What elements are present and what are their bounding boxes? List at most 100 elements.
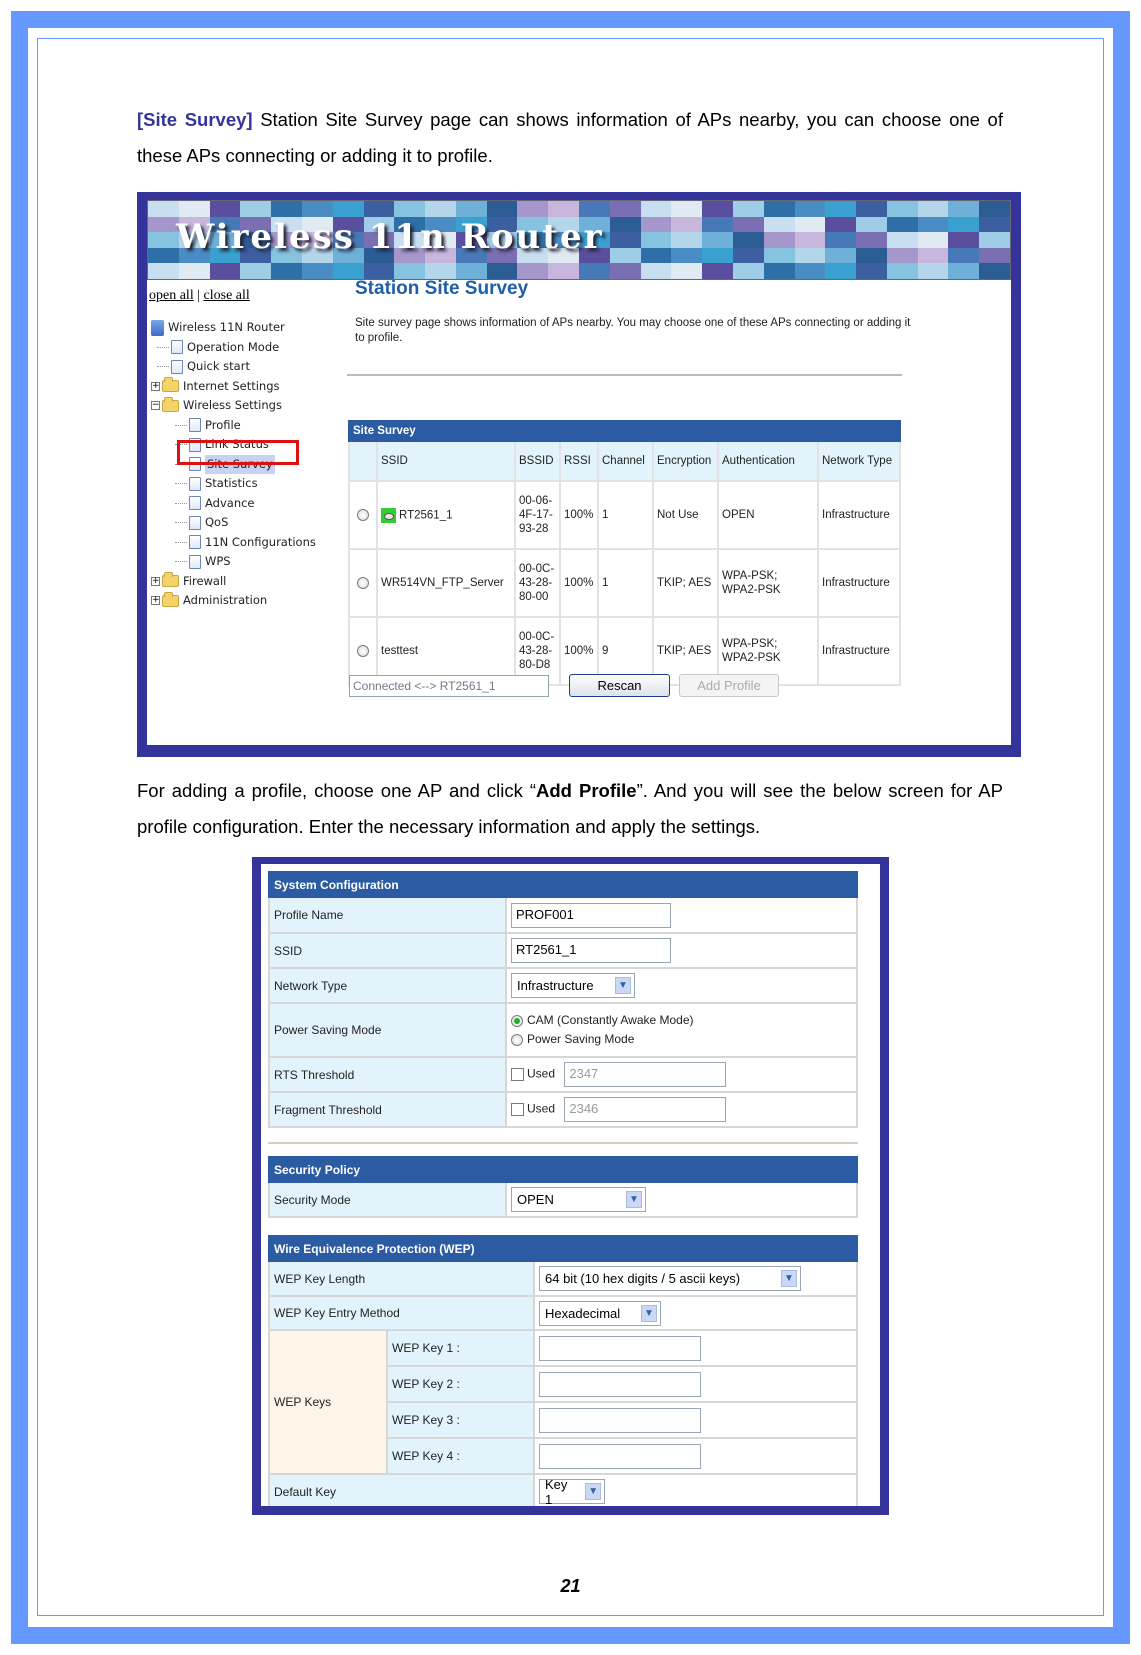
banner-tile: [148, 216, 179, 233]
wep-key-3-input[interactable]: [539, 1407, 701, 1433]
banner-tile: [948, 232, 980, 248]
rts-threshold-input[interactable]: 2347: [564, 1062, 727, 1087]
banner-tile: [856, 201, 887, 217]
authentication-cell: OPEN: [717, 480, 819, 550]
divider: [347, 374, 902, 376]
channel-cell: 1: [597, 548, 654, 618]
banner-tile: [548, 201, 579, 217]
add-profile-paragraph: For adding a profile, choose one AP and …: [137, 773, 1003, 845]
banner-tile: [825, 216, 857, 233]
close-all-link[interactable]: close all: [204, 288, 250, 303]
expand-icon[interactable]: +: [151, 576, 160, 586]
page-icon: [189, 554, 201, 569]
tree-item-firewall[interactable]: + Firewall: [151, 572, 316, 592]
rssi-cell: 100%: [559, 480, 599, 550]
tree-item-quick-start[interactable]: Quick start: [151, 357, 316, 377]
ssid-input[interactable]: RT2561_1: [511, 938, 671, 963]
rts-used-label: Used: [527, 1066, 556, 1081]
profile-name-label: Profile Name: [268, 896, 507, 934]
banner-tile: [979, 232, 1010, 248]
banner-tile: [702, 232, 733, 248]
tree-connector: [175, 522, 187, 524]
wep-key-entry-method-select[interactable]: Hexadecimal ▼: [539, 1300, 661, 1326]
banner-tile: [732, 216, 764, 233]
default-key-select[interactable]: Key 1 ▼: [539, 1477, 605, 1506]
column-header-network-type: Network Type: [817, 440, 901, 482]
banner-tile: [948, 201, 980, 217]
ap-select-radio[interactable]: [357, 576, 369, 589]
add-profile-button[interactable]: Add Profile: [679, 674, 779, 697]
open-all-link[interactable]: open all: [149, 288, 194, 303]
tree-item-wireless-settings[interactable]: − Wireless Settings: [151, 396, 316, 416]
tree-connector: [175, 424, 187, 426]
rts-used-checkbox[interactable]: [511, 1068, 524, 1081]
wep-key-1-input[interactable]: [539, 1335, 701, 1361]
table-row[interactable]: RT2561_1 00-06-4F-17-93-28 100% 1 Not Us…: [348, 480, 901, 550]
power-saving-option[interactable]: Power Saving Mode: [511, 1030, 852, 1049]
site-survey-keyword: [Site Survey]: [137, 109, 253, 130]
banner-tile: [856, 263, 887, 279]
expand-icon[interactable]: +: [151, 381, 160, 391]
banner-tile: [763, 201, 795, 217]
expand-icon[interactable]: +: [151, 596, 160, 606]
tree-item-statistics[interactable]: Statistics: [151, 474, 316, 494]
section-caption: System Configuration: [268, 871, 858, 898]
wep-key-2-input[interactable]: [539, 1371, 701, 1397]
security-mode-select[interactable]: OPEN ▼: [511, 1187, 646, 1212]
ap-select-radio[interactable]: [357, 644, 369, 657]
intro-text: Station Site Survey page can shows infor…: [137, 109, 1003, 166]
ap-select-radio[interactable]: [357, 508, 369, 521]
folder-icon: [162, 377, 179, 393]
cam-radio[interactable]: [511, 1014, 523, 1027]
banner-tile: [948, 247, 980, 264]
table-caption: Site Survey: [348, 420, 901, 442]
highlight-annotation-box: [177, 440, 299, 465]
rescan-button[interactable]: Rescan: [569, 674, 670, 697]
tree-item-advance[interactable]: Advance: [151, 494, 316, 514]
bssid-cell: 00-06-4F-17-93-28: [514, 480, 561, 550]
tree-item-qos[interactable]: QoS: [151, 513, 316, 533]
banner-tile: [209, 263, 241, 279]
collapse-icon[interactable]: −: [151, 401, 160, 411]
table-row[interactable]: WR514VN_FTP_Server 00-0C-43-28-80-00 100…: [348, 548, 901, 618]
banner-tile: [394, 201, 426, 217]
tree-item-wps[interactable]: WPS: [151, 552, 316, 572]
tree-item-wireless-11n-router[interactable]: Wireless 11N Router: [151, 318, 316, 338]
section-caption: Security Policy: [268, 1156, 858, 1183]
chevron-down-icon: ▼: [626, 1191, 642, 1208]
wep-key-4-input[interactable]: [539, 1443, 701, 1469]
banner-tile: [671, 263, 703, 279]
banner-tile: [640, 216, 672, 233]
wep-key-3-label: WEP Key 3 :: [386, 1401, 535, 1439]
banner-tile: [609, 247, 641, 264]
cam-option[interactable]: CAM (Constantly Awake Mode): [511, 1011, 852, 1030]
profile-name-input[interactable]: PROF001: [511, 902, 671, 928]
network-type-select[interactable]: Infrastructure ▼: [511, 973, 635, 998]
tree-item-profile[interactable]: Profile: [151, 416, 316, 436]
separator: |: [197, 288, 201, 303]
tree-item-internet-settings[interactable]: + Internet Settings: [151, 377, 316, 397]
fragment-used-checkbox[interactable]: [511, 1103, 524, 1116]
banner-tile: [640, 263, 672, 279]
tree-item-11n-configurations[interactable]: 11N Configurations: [151, 533, 316, 553]
banner-tile: [763, 232, 795, 248]
banner-tile: [856, 247, 887, 264]
tree-item-administration[interactable]: + Administration: [151, 591, 316, 611]
network-type-cell: Infrastructure: [817, 480, 901, 550]
column-header-rssi: RSSI: [559, 440, 599, 482]
banner-tile: [363, 263, 395, 279]
ssid-label: SSID: [268, 932, 507, 969]
fragment-threshold-input[interactable]: 2346: [564, 1097, 727, 1122]
selected-value: OPEN: [517, 1192, 554, 1207]
default-key-label: Default Key: [268, 1473, 535, 1506]
page-icon: [189, 418, 201, 433]
wep-key-length-select[interactable]: 64 bit (10 hex digits / 5 ascii keys) ▼: [539, 1266, 801, 1291]
tree-item-operation-mode[interactable]: Operation Mode: [151, 338, 316, 358]
column-header-select: [348, 440, 378, 482]
power-saving-radio[interactable]: [511, 1033, 523, 1046]
banner-tile: [486, 263, 518, 279]
banner-tile: [917, 247, 949, 264]
banner-tile: [579, 201, 610, 217]
profile-config-screenshot: System Configuration Profile Name PROF00…: [252, 857, 889, 1515]
tree-connector: [157, 366, 169, 368]
